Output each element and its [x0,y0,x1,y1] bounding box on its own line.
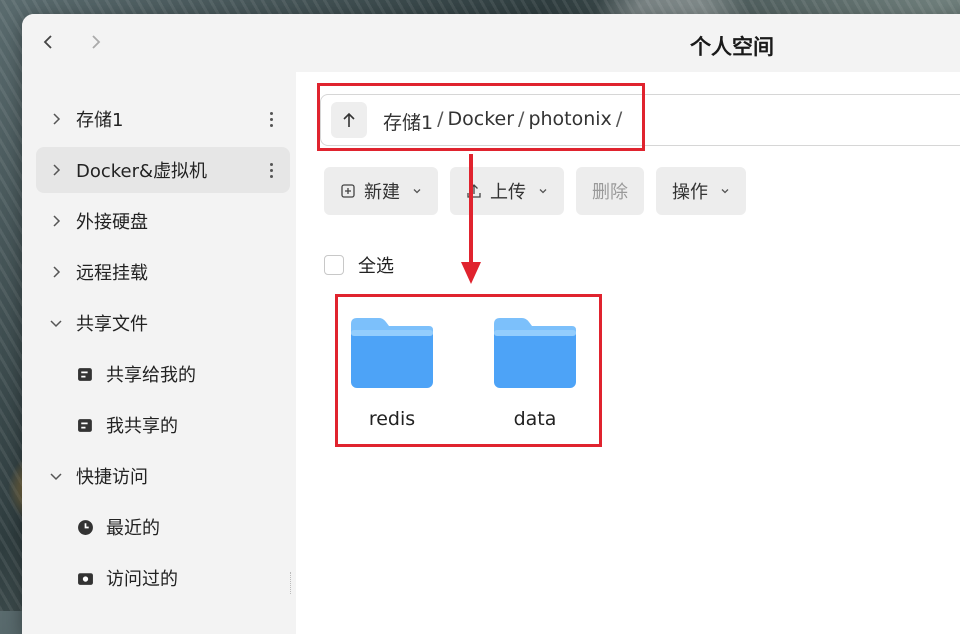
folder-name: redis [368,408,416,430]
chevron-down-icon [413,189,421,194]
sidebar-item-label: 远程挂载 [76,263,148,284]
sidebar-item-my-shares[interactable]: 我共享的 [36,402,290,448]
folder-item-redis[interactable]: redis [332,316,452,430]
chevron-right-icon [50,112,64,126]
sidebar-item-quick-access[interactable]: 快捷访问 [36,453,290,499]
breadcrumb-separator: / [518,108,525,130]
sidebar-item-label: 访问过的 [106,569,178,590]
back-button[interactable] [34,28,62,56]
share-to-me-icon [76,365,94,383]
delete-button[interactable]: 删除 [576,167,644,215]
new-button[interactable]: 新建 [324,167,438,215]
sidebar-resize-handle[interactable] [290,572,293,594]
chevron-right-icon [50,265,64,279]
chevron-right-icon [50,214,64,228]
sidebar-item-external-disk[interactable]: 外接硬盘 [36,198,290,244]
sidebar-item-label: 共享文件 [76,314,148,335]
breadcrumb-segment[interactable]: Docker [448,108,515,135]
new-file-icon [341,184,355,198]
sidebar: 存储1 Docker&虚拟机 外接硬盘 远程挂载 共享文件 共享给我的 我共享的 [22,72,296,634]
actions-button[interactable]: 操作 [656,167,746,215]
breadcrumb-segment[interactable]: photonix [528,108,611,135]
select-all-checkbox[interactable] [324,255,344,275]
upload-button-label: 上传 [490,182,526,203]
delete-button-label: 删除 [592,182,628,203]
actions-button-label: 操作 [672,182,708,203]
chevron-right-icon [92,35,101,49]
arrow-up-icon [343,112,355,127]
sidebar-item-label: 最近的 [106,518,160,539]
folder-icon [351,318,433,388]
upload-icon [467,184,481,198]
sidebar-item-visited[interactable]: 访问过的 [36,555,290,601]
sidebar-item-storage1[interactable]: 存储1 [36,96,290,142]
chevron-down-icon [539,189,547,194]
upload-button[interactable]: 上传 [450,167,564,215]
sidebar-item-recent[interactable]: 最近的 [36,504,290,550]
main-content: 存储1 / Docker / photonix / 新建 上传 删除 操作 全选… [296,72,960,634]
breadcrumb-separator: / [437,108,444,130]
sidebar-item-label: 共享给我的 [106,365,196,386]
sidebar-item-remote-mount[interactable]: 远程挂载 [36,249,290,295]
sidebar-item-docker-vm[interactable]: Docker&虚拟机 [36,147,290,193]
chevron-down-icon [50,469,64,483]
new-button-label: 新建 [364,182,400,203]
select-all[interactable]: 全选 [324,252,394,278]
sidebar-item-shared-files[interactable]: 共享文件 [36,300,290,346]
window-title: 个人空间 [690,35,774,59]
chevron-down-icon [50,316,64,330]
folder-icon [494,318,576,388]
more-options-icon[interactable] [266,159,276,181]
more-options-icon[interactable] [266,108,276,130]
sidebar-item-label: 存储1 [76,110,124,131]
sidebar-item-label: 外接硬盘 [76,212,148,233]
sidebar-item-label: Docker&虚拟机 [76,161,208,182]
breadcrumb-separator: / [615,108,623,130]
breadcrumb-segment[interactable]: 存储1 [383,108,433,135]
clock-icon [76,518,94,536]
select-all-label: 全选 [358,256,394,277]
file-manager-window: 个人空间 存储1 Docker&虚拟机 外接硬盘 远程挂载 共享文件 共享给我的 [22,14,960,634]
folder-name: data [513,408,557,430]
folder-item-data[interactable]: data [475,316,595,430]
chevron-left-icon [43,35,52,49]
up-directory-button[interactable] [331,102,367,138]
chevron-right-icon [50,163,64,177]
title-bar: 个人空间 [22,14,960,72]
visited-icon [76,569,94,587]
my-share-icon [76,416,94,434]
path-bar[interactable]: 存储1 / Docker / photonix / [320,94,960,146]
forward-button[interactable] [82,28,110,56]
sidebar-item-shared-to-me[interactable]: 共享给我的 [36,351,290,397]
sidebar-item-label: 快捷访问 [76,467,148,488]
chevron-down-icon [721,189,729,194]
sidebar-item-label: 我共享的 [106,416,178,437]
toolbar: 新建 上传 删除 操作 [324,167,746,215]
breadcrumb: 存储1 / Docker / photonix / [383,108,622,135]
